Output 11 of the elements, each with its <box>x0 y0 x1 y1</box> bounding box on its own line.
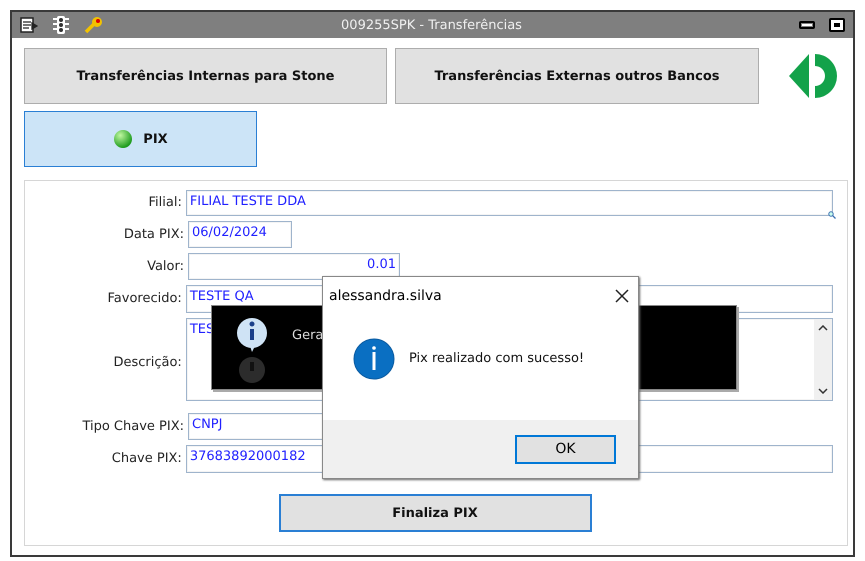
field-label: Tipo Chave PIX: <box>81 418 185 436</box>
notification-text: Gera <box>292 328 324 343</box>
field-label: Filial: <box>148 194 183 212</box>
field-label: Data PIX: <box>122 226 185 244</box>
field-label: Chave PIX: <box>110 450 183 468</box>
dialog-title: alessandra.silva <box>329 288 442 304</box>
field-label: Descrição: <box>112 354 183 372</box>
field-label: Favorecido: <box>106 290 183 308</box>
window-title: 009255SPK - Transferências <box>340 18 523 32</box>
field-label: Valor: <box>146 258 185 276</box>
dialog-message: Pix realizado com sucesso! <box>409 351 584 366</box>
